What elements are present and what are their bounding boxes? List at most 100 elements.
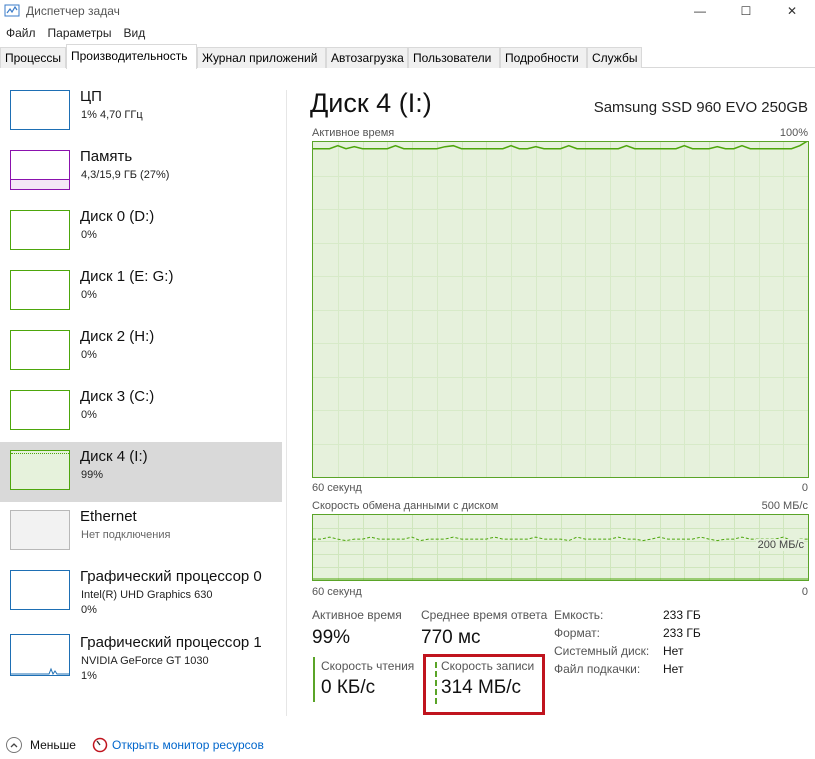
sidebar-item-ethernet[interactable]: Ethernet Нет подключения: [0, 502, 282, 562]
sidebar-item-title: Графический процессор 0: [80, 568, 262, 585]
memory-thumbnail: [10, 150, 70, 190]
cpu-thumbnail: [10, 90, 70, 130]
active-time-graph-max: 100%: [779, 127, 808, 139]
sidebar-item-title: Диск 2 (H:): [80, 328, 155, 345]
write-speed-label: Скорость записи: [441, 659, 535, 673]
write-speed-value: 314 МБ/с: [441, 677, 522, 698]
maximize-icon: ☐: [740, 4, 752, 18]
disk-thumbnail: [10, 210, 70, 250]
sidebar-item-subtitle: 0%: [81, 229, 97, 241]
menu-bar: Файл Параметры Вид: [0, 24, 151, 42]
sidebar-item-gpu-1[interactable]: Графический процессор 1 NVIDIA GeForce G…: [0, 628, 282, 688]
menu-view[interactable]: Вид: [117, 26, 151, 40]
sidebar-item-disk-4[interactable]: Диск 4 (I:) 99%: [0, 442, 282, 502]
sidebar-item-cpu[interactable]: ЦП 1% 4,70 ГГц: [0, 82, 282, 142]
resource-sidebar: ЦП 1% 4,70 ГГц Память 4,3/15,9 ГБ (27%) …: [0, 82, 282, 714]
read-speed-label: Скорость чтения: [321, 659, 415, 673]
tab-performance[interactable]: Производительность: [66, 44, 197, 69]
sidebar-item-disk-1[interactable]: Диск 1 (E: G:) 0%: [0, 262, 282, 322]
active-time-stat-label: Активное время: [312, 608, 402, 622]
sidebar-item-title: Диск 3 (C:): [80, 388, 155, 405]
sidebar-item-title: Графический процессор 1: [80, 634, 262, 651]
sidebar-item-title: Диск 4 (I:): [80, 448, 148, 465]
sidebar-item-disk-3[interactable]: Диск 3 (C:) 0%: [0, 382, 282, 442]
sidebar-item-disk-2[interactable]: Диск 2 (H:) 0%: [0, 322, 282, 382]
transfer-rate-mid-label: 200 МБ/с: [755, 539, 804, 551]
gpu-thumbnail: [10, 634, 70, 676]
close-icon: ✕: [786, 4, 798, 18]
response-time-stat-value: 770 мс: [421, 627, 481, 648]
system-disk-value: Нет: [663, 644, 684, 658]
transfer-rate-graph: 200 МБ/с: [312, 514, 809, 581]
tab-details[interactable]: Подробности: [500, 47, 587, 68]
active-time-graph: [312, 141, 809, 478]
gpu-thumbnail: [10, 570, 70, 610]
active-time-graph-time-left: 60 секунд: [312, 482, 362, 494]
sidebar-item-subtitle: Нет подключения: [81, 529, 171, 541]
minimize-icon: —: [694, 4, 706, 18]
sidebar-item-usage: 1%: [81, 670, 97, 682]
ethernet-thumbnail: [10, 510, 70, 550]
read-speed-value: 0 КБ/с: [321, 677, 376, 698]
transfer-rate-graph-canvas: [313, 515, 808, 580]
tab-services[interactable]: Службы: [587, 47, 642, 68]
sidebar-item-title: Ethernet: [80, 508, 137, 525]
disk-thumbnail: [10, 270, 70, 310]
tab-app-history[interactable]: Журнал приложений: [197, 47, 326, 68]
capacity-label: Емкость:: [554, 608, 604, 622]
write-speed-box: Скорость записи 314 МБ/с: [423, 654, 545, 715]
sidebar-item-title: Диск 0 (D:): [80, 208, 155, 225]
transfer-rate-graph-max: 500 МБ/с: [761, 500, 808, 512]
sidebar-item-title: Память: [80, 148, 133, 165]
sidebar-item-subtitle: 1% 4,70 ГГц: [81, 109, 143, 121]
transfer-rate-graph-time-right: 0: [801, 586, 808, 598]
system-disk-label: Системный диск:: [554, 644, 650, 658]
tab-users[interactable]: Пользователи: [408, 47, 500, 68]
tab-processes[interactable]: Процессы: [0, 47, 66, 68]
active-time-graph-label: Активное время: [312, 127, 395, 139]
format-label: Формат:: [554, 626, 600, 640]
menu-file[interactable]: Файл: [0, 26, 42, 40]
maximize-button[interactable]: ☐: [723, 0, 769, 22]
page-file-value: Нет: [663, 662, 684, 676]
sidebar-item-subtitle: 4,3/15,9 ГБ (27%): [81, 169, 170, 181]
read-speed-box: Скорость чтения 0 КБ/с: [313, 657, 418, 702]
capacity-value: 233 ГБ: [663, 608, 701, 622]
sidebar-item-disk-0[interactable]: Диск 0 (D:) 0%: [0, 202, 282, 262]
write-speed-indicator: [435, 662, 437, 704]
task-manager-icon: [4, 4, 20, 17]
page-file-label: Файл подкачки:: [554, 662, 641, 676]
resource-monitor-icon: [92, 737, 108, 753]
sidebar-item-memory[interactable]: Память 4,3/15,9 ГБ (27%): [0, 142, 282, 202]
disk-thumbnail: [10, 330, 70, 370]
format-value: 233 ГБ: [663, 626, 701, 640]
device-model: Samsung SSD 960 EVO 250GB: [593, 99, 808, 116]
sidebar-item-subtitle: 0%: [81, 409, 97, 421]
response-time-stat-label: Среднее время ответа: [421, 608, 548, 622]
transfer-rate-graph-time-left: 60 секунд: [312, 586, 362, 598]
tab-bar: Процессы Производительность Журнал прило…: [0, 44, 815, 69]
menu-options[interactable]: Параметры: [42, 26, 118, 40]
close-button[interactable]: ✕: [769, 0, 815, 22]
tab-startup[interactable]: Автозагрузка: [326, 47, 408, 68]
sidebar-item-subtitle: 0%: [81, 349, 97, 361]
disk-thumbnail: [10, 390, 70, 430]
sidebar-item-subtitle: 99%: [81, 469, 104, 481]
open-resource-monitor-link[interactable]: Открыть монитор ресурсов: [112, 738, 264, 752]
sidebar-item-gpu-0[interactable]: Графический процессор 0 Intel(R) UHD Gra…: [0, 562, 282, 622]
window-controls: — ☐ ✕: [677, 0, 815, 22]
sidebar-item-subtitle: NVIDIA GeForce GT 1030: [81, 655, 209, 667]
active-time-area: [313, 142, 808, 477]
fewer-details-label: Меньше: [30, 738, 76, 752]
active-time-graph-canvas: [313, 142, 808, 477]
active-time-graph-time-right: 0: [801, 482, 808, 494]
fewer-details-button[interactable]: Меньше: [6, 737, 92, 753]
sidebar-item-subtitle: 0%: [81, 289, 97, 301]
window-title: Диспетчер задач: [26, 4, 120, 18]
active-time-stat-value: 99%: [312, 627, 351, 648]
transfer-rate-graph-label: Скорость обмена данными с диском: [312, 500, 499, 512]
minimize-button[interactable]: —: [677, 0, 723, 22]
title-bar: Диспетчер задач — ☐ ✕: [0, 0, 815, 22]
sidebar-item-usage: 0%: [81, 604, 97, 616]
chevron-up-icon: [6, 737, 22, 753]
